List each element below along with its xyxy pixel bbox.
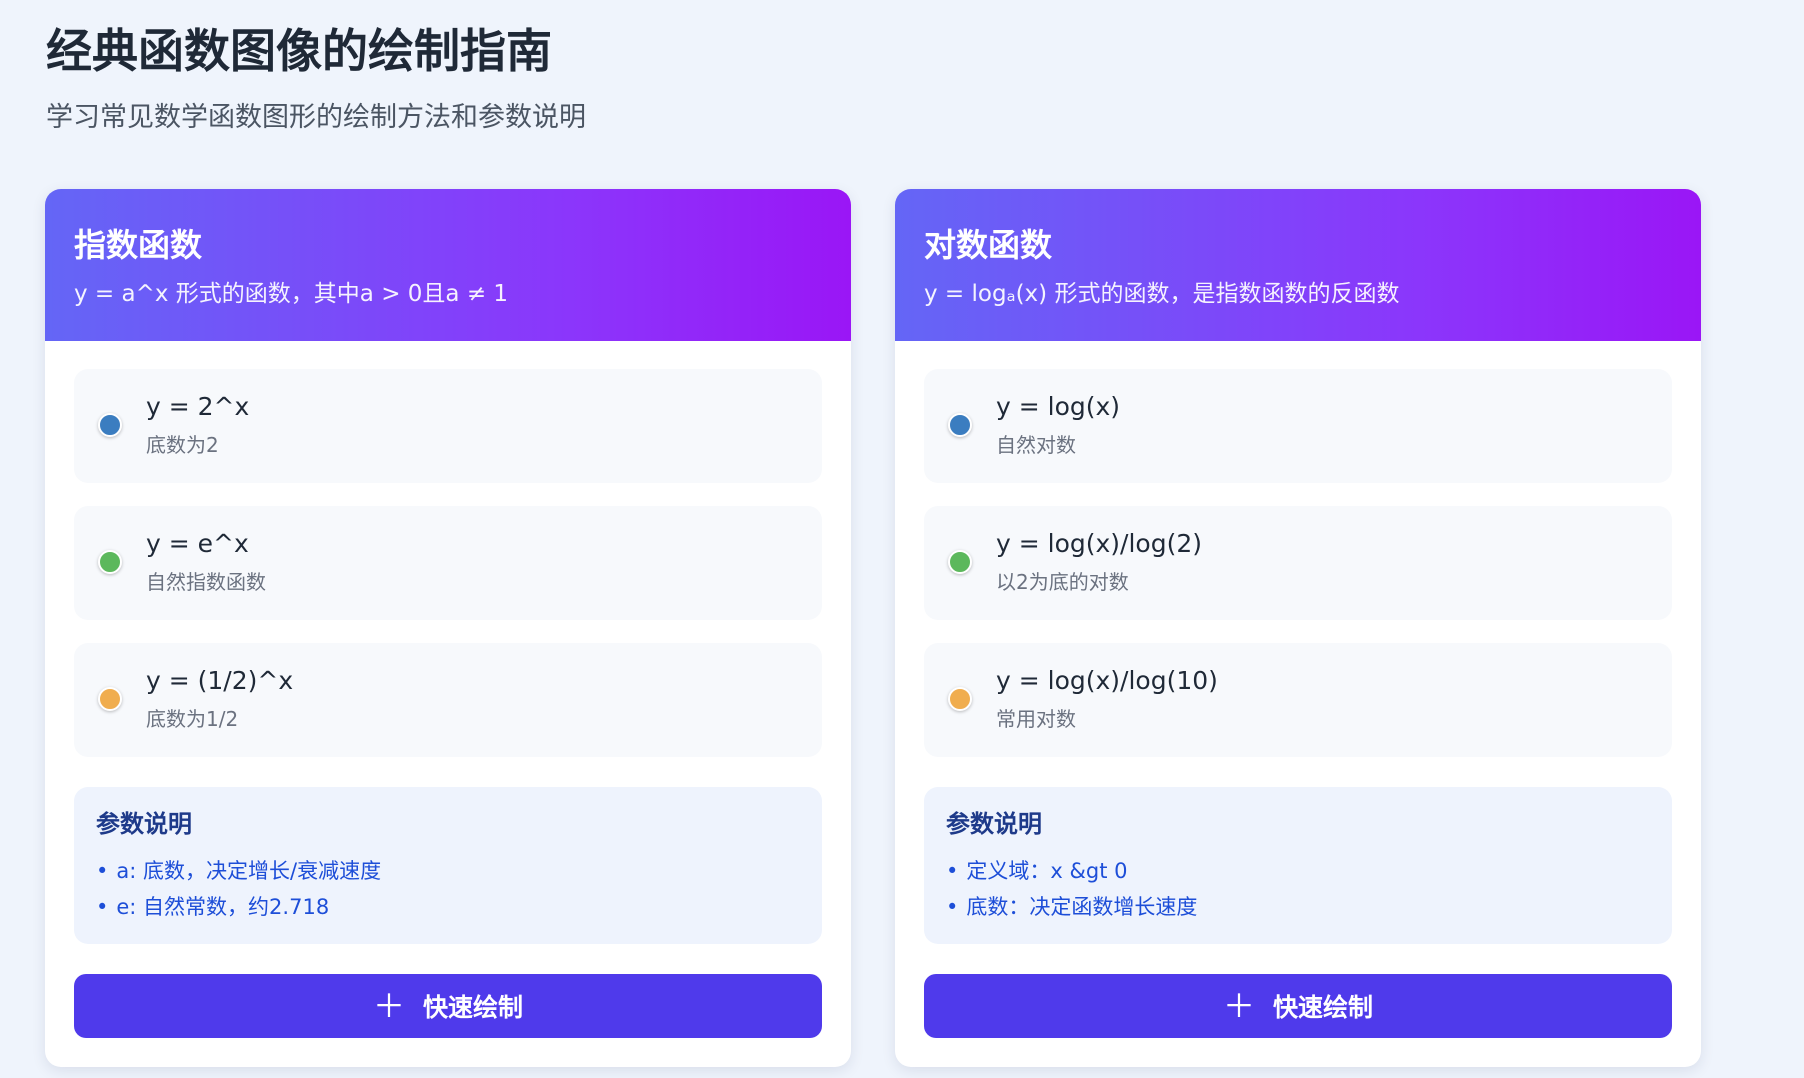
function-item[interactable]: y = log(x)/log(10) 常用对数 [924,643,1672,757]
bullet-icon: • [96,895,109,919]
plus-icon: ＋ [372,987,405,1025]
quick-draw-button[interactable]: ＋ 快速绘制 [924,974,1672,1038]
function-list: y = log(x) 自然对数 y = log(x)/log(2) 以2为底的对… [924,369,1672,780]
parameter-item: • a: 底数，决定增长/衰减速度 [96,853,800,889]
page-subtitle: 学习常见数学函数图形的绘制方法和参数说明 [46,102,586,133]
function-formula: y = (1/2)^x [146,666,294,695]
color-dot-icon [98,687,122,711]
function-item[interactable]: y = log(x)/log(2) 以2为底的对数 [924,506,1672,620]
plus-icon: ＋ [1222,987,1255,1025]
page-title: 经典函数图像的绘制指南 [46,24,552,78]
parameter-box: 参数说明 • a: 底数，决定增长/衰减速度 • e: 自然常数，约2.718 [74,787,822,944]
function-note: 以2为底的对数 [996,570,1129,594]
function-note: 自然对数 [996,433,1076,457]
function-item[interactable]: y = (1/2)^x 底数为1/2 [74,643,822,757]
parameter-item: • e: 自然常数，约2.718 [96,889,800,925]
color-dot-icon [948,687,972,711]
function-note: 常用对数 [996,707,1076,731]
function-formula: y = log(x) [996,392,1121,421]
bullet-icon: • [946,895,959,919]
color-dot-icon [98,550,122,574]
parameter-box: 参数说明 • 定义域：x &gt 0 • 底数：决定函数增长速度 [924,787,1672,944]
page-header: 经典函数图像的绘制指南 学习常见数学函数图形的绘制方法和参数说明 [46,18,586,134]
function-item[interactable]: y = e^x 自然指数函数 [74,506,822,620]
quick-draw-label: 快速绘制 [1273,993,1374,1022]
parameter-list: • a: 底数，决定增长/衰减速度 • e: 自然常数，约2.718 [96,853,800,925]
function-note: 底数为2 [146,433,219,457]
quick-draw-button[interactable]: ＋ 快速绘制 [74,974,822,1038]
function-note: 自然指数函数 [146,570,266,594]
exponential-function-card: 指数函数 y = a^x 形式的函数，其中a > 0且a ≠ 1 y = 2^x… [45,189,851,1067]
bullet-icon: • [96,859,109,883]
color-dot-icon [98,413,122,437]
function-formula: y = e^x [146,529,249,558]
function-list: y = 2^x 底数为2 y = e^x 自然指数函数 y = (1/2)^x … [74,369,822,780]
function-formula: y = log(x)/log(10) [996,666,1218,695]
function-item[interactable]: y = log(x) 自然对数 [924,369,1672,483]
card-header: 对数函数 y = logₐ(x) 形式的函数，是指数函数的反函数 [895,189,1701,341]
logarithmic-function-card: 对数函数 y = logₐ(x) 形式的函数，是指数函数的反函数 y = log… [895,189,1701,1067]
parameter-item: • 定义域：x &gt 0 [946,853,1650,889]
parameter-title: 参数说明 [946,810,1042,838]
card-header: 指数函数 y = a^x 形式的函数，其中a > 0且a ≠ 1 [45,189,851,341]
card-title: 指数函数 [74,226,203,264]
quick-draw-label: 快速绘制 [423,993,524,1022]
card-title: 对数函数 [924,226,1053,264]
color-dot-icon [948,550,972,574]
color-dot-icon [948,413,972,437]
card-description: y = logₐ(x) 形式的函数，是指数函数的反函数 [924,281,1400,307]
bullet-icon: • [946,859,959,883]
function-formula: y = log(x)/log(2) [996,529,1202,558]
function-note: 底数为1/2 [146,707,239,731]
parameter-title: 参数说明 [96,810,192,838]
parameter-item: • 底数：决定函数增长速度 [946,889,1650,925]
parameter-list: • 定义域：x &gt 0 • 底数：决定函数增长速度 [946,853,1650,925]
function-formula: y = 2^x [146,392,250,421]
function-item[interactable]: y = 2^x 底数为2 [74,369,822,483]
card-description: y = a^x 形式的函数，其中a > 0且a ≠ 1 [74,281,509,307]
